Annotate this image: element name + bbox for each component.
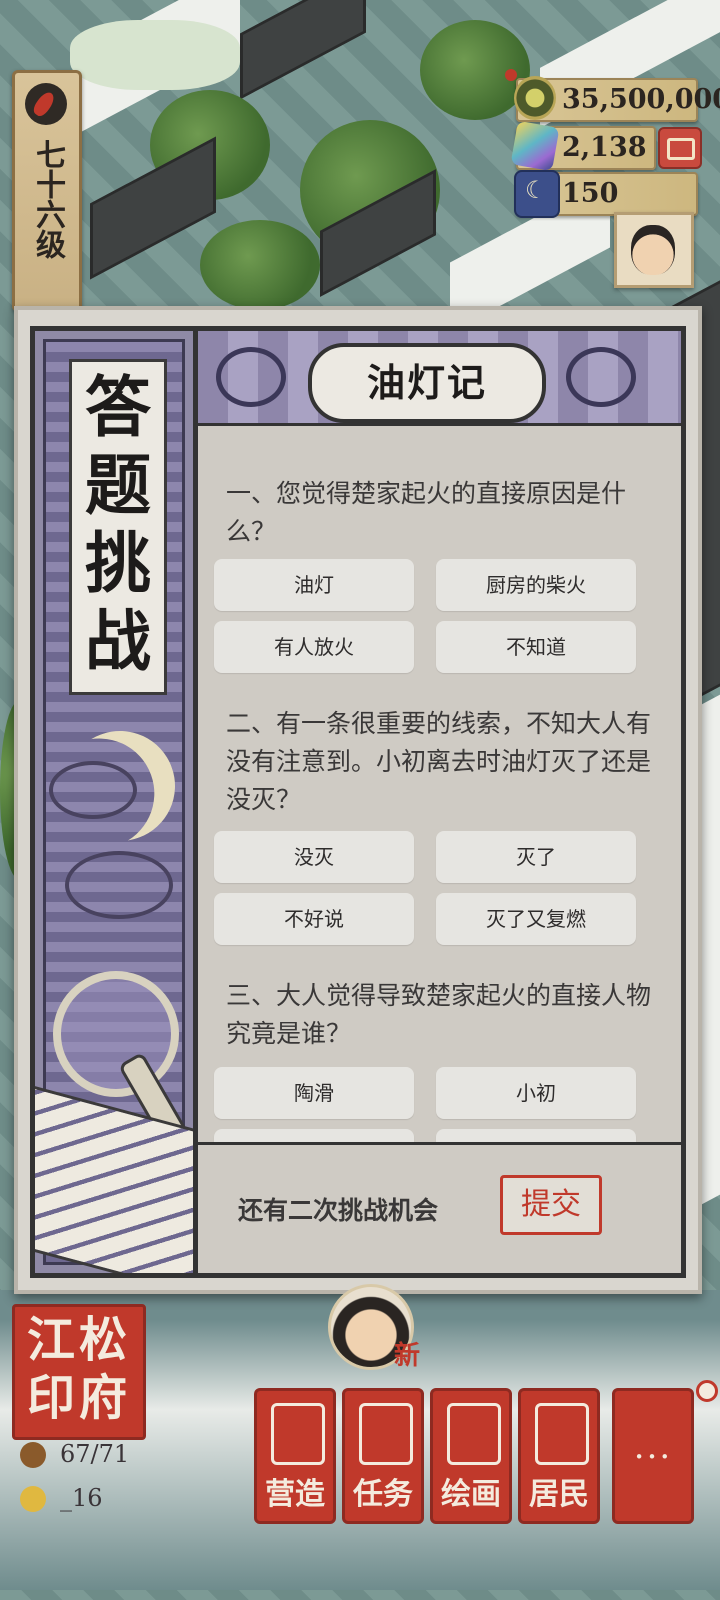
- painting-button[interactable]: 绘画: [430, 1388, 512, 1524]
- menu-label: 任务: [353, 1477, 413, 1512]
- option-button[interactable]: 陶滑: [214, 1067, 414, 1119]
- seal-text: 江松印府: [26, 1312, 131, 1426]
- quiz-dialog: 答题挑战 油灯记 一、您觉得楚家起火的直接原因是什么？ 油灯 厨房的柴火 有人放: [14, 306, 702, 1294]
- resident-icon: [535, 1403, 589, 1465]
- task-icon: [359, 1403, 413, 1465]
- question-list[interactable]: 一、您觉得楚家起火的直接原因是什么？ 油灯 厨房的柴火 有人放火 不知道 二、有…: [198, 423, 681, 1145]
- flower-bed: [70, 20, 240, 90]
- level-label: 七十六级: [30, 139, 65, 259]
- prefecture-seal[interactable]: 江松印府: [12, 1304, 146, 1440]
- option-button[interactable]: 厨房的柴火: [436, 559, 636, 611]
- coin-icon: [514, 76, 556, 120]
- gem-icon: [510, 120, 560, 172]
- level-badge[interactable]: 七十六级: [12, 70, 82, 312]
- quiz-footer: 还有二次挑战机会 提交: [198, 1142, 681, 1273]
- magnifier-icon: [53, 971, 179, 1097]
- option-button[interactable]: 油灯: [214, 559, 414, 611]
- option-button[interactable]: 灭了又复燃: [436, 893, 636, 945]
- population-stat: 67/71: [20, 1440, 140, 1470]
- cloud-ornament: [65, 851, 173, 919]
- side-title-box: 答题挑战: [69, 359, 167, 695]
- quiz-title: 油灯记: [366, 360, 487, 405]
- side-title: 答题挑战: [85, 368, 151, 680]
- remaining-chances-text: 还有二次挑战机会: [238, 1196, 439, 1225]
- menu-label: 绘画: [441, 1477, 501, 1512]
- face-icon: [20, 1486, 46, 1512]
- quiz-frame: 答题挑战 油灯记 一、您觉得楚家起火的直接原因是什么？ 油灯 厨房的柴火 有人放: [30, 326, 686, 1278]
- notification-dot: [505, 69, 517, 81]
- population-value: 67/71: [60, 1440, 130, 1468]
- menu-label: 居民: [529, 1477, 589, 1512]
- currency-coin[interactable]: 35,500,000: [514, 76, 720, 122]
- submit-button[interactable]: 提交: [500, 1175, 602, 1235]
- currency-value: 150: [562, 178, 619, 209]
- more-button[interactable]: ···: [612, 1388, 694, 1524]
- cloud-swirl-icon: [566, 347, 636, 407]
- option-button[interactable]: 有人放火: [214, 621, 414, 673]
- task-button[interactable]: 任务: [342, 1388, 424, 1524]
- option-button[interactable]: 灭了: [436, 831, 636, 883]
- question-3: 三、大人觉得导致楚家起火的直接人物究竟是谁？: [226, 981, 652, 1048]
- menu-label: 营造: [265, 1477, 325, 1512]
- option-button[interactable]: 不好说: [214, 893, 414, 945]
- resident-icon: [20, 1442, 46, 1468]
- build-button[interactable]: 营造: [254, 1388, 336, 1524]
- character-portrait-button[interactable]: [614, 212, 694, 288]
- new-badge: 新: [394, 1341, 421, 1371]
- title-band: 油灯记: [198, 331, 681, 426]
- tree: [200, 220, 320, 310]
- option-button[interactable]: 不知道: [436, 621, 636, 673]
- secondary-stat: _16: [20, 1484, 140, 1514]
- more-dots: ···: [633, 1437, 673, 1477]
- option-button[interactable]: 没灭: [214, 831, 414, 883]
- question-2: 二、有一条很重要的线索，不知大人有没有注意到。小初离去时油灯灭了还是没灭？: [226, 709, 652, 814]
- residents-button[interactable]: 居民: [518, 1388, 600, 1524]
- currency-book[interactable]: 150: [514, 170, 698, 218]
- quiz-title-plate: 油灯记: [308, 343, 546, 423]
- currency-value: 35,500,000: [562, 84, 720, 115]
- construction-icon: [271, 1403, 325, 1465]
- currency-gem[interactable]: 2,138: [510, 120, 656, 172]
- quiz-content: 油灯记 一、您觉得楚家起火的直接原因是什么？ 油灯 厨房的柴火 有人放火 不知道…: [198, 331, 681, 1273]
- book-icon: [514, 170, 560, 218]
- cloud-swirl-icon: [216, 347, 286, 407]
- painting-icon: [447, 1403, 501, 1465]
- currency-value: 2,138: [562, 132, 647, 163]
- question-1: 一、您觉得楚家起火的直接原因是什么？: [226, 479, 627, 546]
- brush-icon: [25, 83, 67, 125]
- notification-dot: [696, 1380, 718, 1402]
- option-button[interactable]: 小初: [436, 1067, 636, 1119]
- portrait-face: [631, 225, 675, 275]
- shop-chest-button[interactable]: [658, 127, 702, 169]
- quiz-side-banner: 答题挑战: [35, 331, 198, 1273]
- secondary-value: _16: [60, 1484, 103, 1512]
